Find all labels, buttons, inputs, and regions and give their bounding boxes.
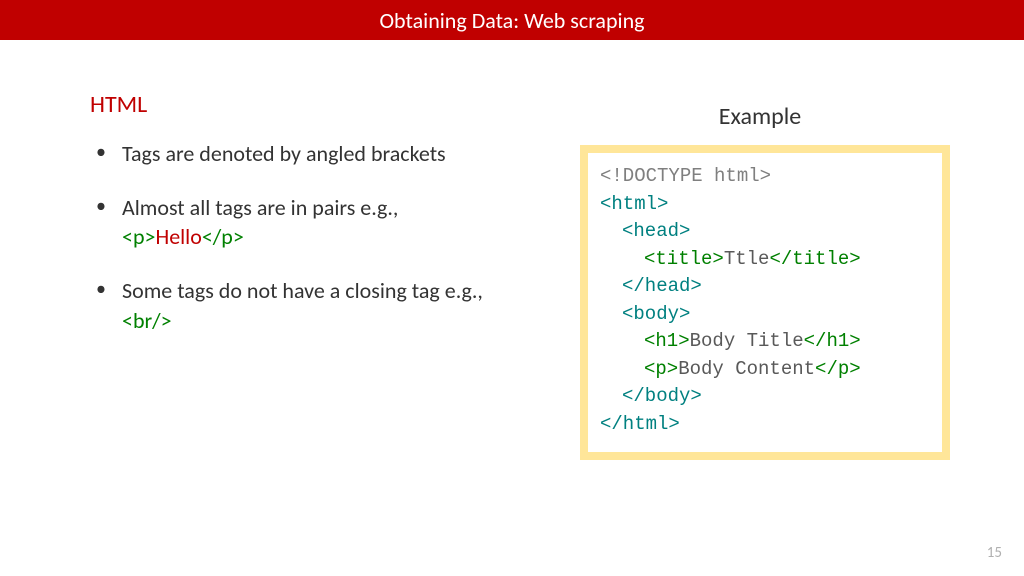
code-html-close: </html> xyxy=(600,413,680,435)
code-doctype: <!DOCTYPE html> xyxy=(600,165,771,187)
code-p-line: <p>Body Content</p> xyxy=(600,356,861,384)
right-column: Example <!DOCTYPE html> <html> <head> <t… xyxy=(520,90,1000,460)
code-title-close: </title> xyxy=(769,248,860,270)
bullet-item-1: Tags are denoted by angled brackets xyxy=(90,139,490,169)
code-head-open: <head> xyxy=(600,218,690,246)
inline-tag-content: Hello xyxy=(155,223,201,250)
code-p-open: <p> xyxy=(644,358,678,380)
code-line: </html> xyxy=(600,411,930,439)
code-line: </body> xyxy=(600,383,930,411)
code-line: <!DOCTYPE html> xyxy=(600,163,930,191)
bullet-text: Tags are denoted by angled brackets xyxy=(122,140,446,167)
section-heading: HTML xyxy=(90,90,490,119)
code-line: <body> xyxy=(600,301,930,329)
code-title-open: <title> xyxy=(644,248,724,270)
code-line: <title>Ttle</title> xyxy=(600,246,930,274)
code-html-open: <html> xyxy=(600,193,668,215)
left-column: HTML Tags are denoted by angled brackets… xyxy=(0,90,520,460)
bullet-text-prefix: Some tags do not have a closing tag e.g.… xyxy=(122,277,483,304)
code-body-open: <body> xyxy=(600,301,690,329)
code-h1-open: <h1> xyxy=(644,330,690,352)
code-h1-close: </h1> xyxy=(804,330,861,352)
bullet-item-2: Almost all tags are in pairs e.g., <p>He… xyxy=(90,193,490,252)
slide-title: Obtaining Data: Web scraping xyxy=(379,7,644,34)
inline-tag-open: <p> xyxy=(122,223,155,250)
inline-tag-close: </p> xyxy=(202,223,244,250)
code-h1-line: <h1>Body Title</h1> xyxy=(600,328,861,356)
code-h1-text: Body Title xyxy=(690,330,804,352)
example-heading: Example xyxy=(580,102,940,131)
code-line: </head> xyxy=(600,273,930,301)
code-line: <p>Body Content</p> xyxy=(600,356,930,384)
slide-content: HTML Tags are denoted by angled brackets… xyxy=(0,40,1024,460)
code-line: <head> xyxy=(600,218,930,246)
inline-tag-self-close: <br/> xyxy=(122,307,172,334)
code-line: <html> xyxy=(600,191,930,219)
code-p-text: Body Content xyxy=(678,358,815,380)
code-p-close: </p> xyxy=(815,358,861,380)
code-body-close: </body> xyxy=(600,383,702,411)
code-line: <h1>Body Title</h1> xyxy=(600,328,930,356)
bullet-item-3: Some tags do not have a closing tag e.g.… xyxy=(90,276,490,335)
code-head-close: </head> xyxy=(600,273,702,301)
bullet-text-prefix: Almost all tags are in pairs e.g., xyxy=(122,194,398,221)
slide-header: Obtaining Data: Web scraping xyxy=(0,0,1024,40)
bullet-list: Tags are denoted by angled brackets Almo… xyxy=(90,139,490,335)
page-number: 15 xyxy=(987,544,1002,562)
code-title-line: <title>Ttle</title> xyxy=(600,246,861,274)
code-title-text: Ttle xyxy=(724,248,770,270)
code-example-box: <!DOCTYPE html> <html> <head> <title>Ttl… xyxy=(580,145,950,460)
